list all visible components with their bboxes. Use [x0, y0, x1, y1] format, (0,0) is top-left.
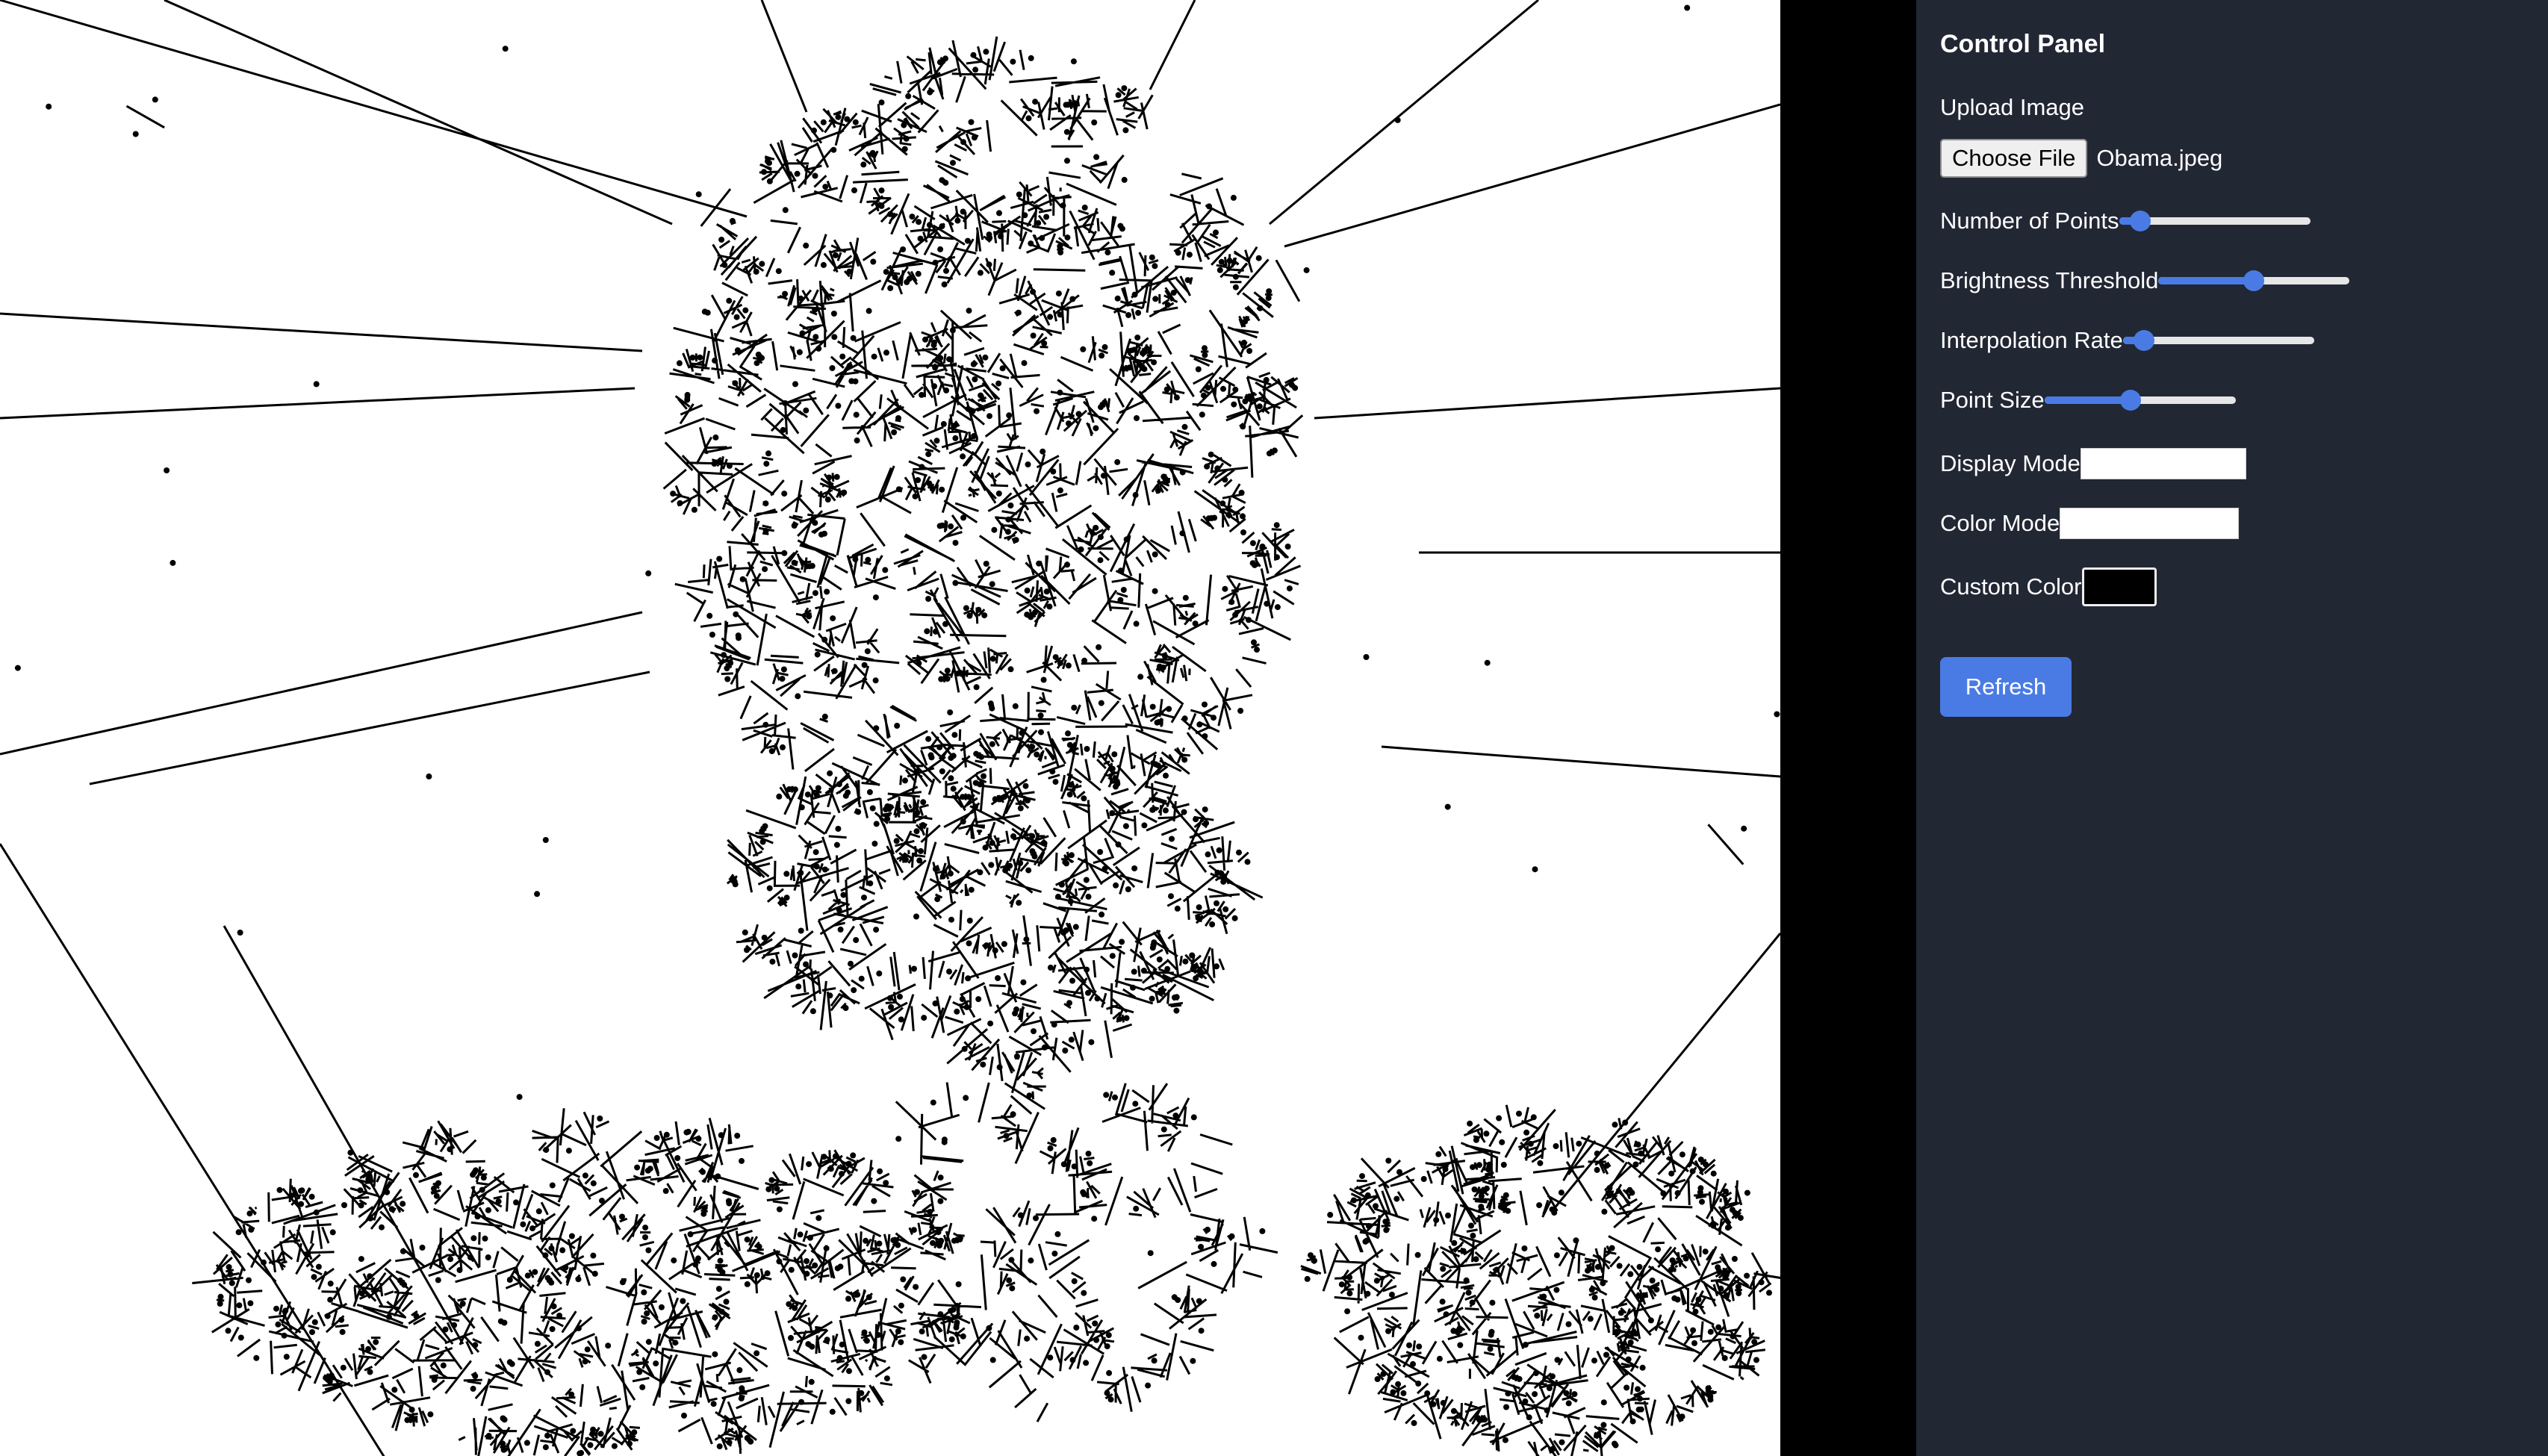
voronoi-canvas[interactable] [0, 0, 1780, 1456]
color-mode-label: Color Mode [1940, 510, 2060, 536]
slider-row-brightness: Brightness Threshold [1940, 267, 2350, 294]
control-panel: Control Panel Upload Image Choose File O… [1916, 0, 2548, 1456]
display-mode-row: Display Mode [1940, 448, 2246, 479]
number-of-points-label: Number of Points [1940, 208, 2119, 234]
color-mode-row: Color Mode [1940, 508, 2240, 539]
file-input: Choose File Obama.jpeg [1940, 139, 2222, 178]
point-size-slider[interactable] [2044, 390, 2236, 411]
voronoi-drawing [0, 0, 1780, 1456]
number-of-points-slider[interactable] [2119, 211, 2311, 231]
slider-thumb[interactable] [2133, 330, 2154, 351]
brightness-threshold-label: Brightness Threshold [1940, 267, 2159, 293]
slider-row-points: Number of Points [1940, 208, 2311, 234]
slider-fill [2158, 277, 2255, 284]
selected-file-name: Obama.jpeg [2096, 145, 2223, 171]
slider-thumb[interactable] [2129, 211, 2151, 231]
refresh-button[interactable]: Refresh [1940, 657, 2072, 717]
upload-image-label: Upload Image [1940, 94, 2085, 120]
interpolation-rate-slider[interactable] [2122, 330, 2314, 351]
slider-row-point-size: Point Size [1940, 387, 2236, 414]
display-mode-label: Display Mode [1940, 450, 2081, 476]
color-swatch-fill [2088, 574, 2150, 600]
color-mode-select[interactable] [2060, 508, 2240, 539]
panel-title: Control Panel [1940, 30, 2106, 58]
custom-color-picker[interactable] [2081, 567, 2157, 606]
slider-thumb[interactable] [2119, 390, 2141, 411]
custom-color-label: Custom Color [1940, 573, 2082, 600]
custom-color-row: Custom Color [1940, 567, 2157, 606]
choose-file-button[interactable]: Choose File [1940, 139, 2088, 178]
display-mode-select[interactable] [2080, 448, 2246, 479]
slider-thumb[interactable] [2243, 270, 2265, 291]
slider-row-interpolation: Interpolation Rate [1940, 327, 2314, 354]
point-size-label: Point Size [1940, 387, 2045, 413]
slider-fill [2044, 396, 2131, 404]
brightness-threshold-slider[interactable] [2158, 270, 2350, 291]
upload-row: Upload Image [1940, 94, 2084, 121]
panel-divider [1780, 0, 1916, 1456]
interpolation-rate-label: Interpolation Rate [1940, 327, 2123, 353]
